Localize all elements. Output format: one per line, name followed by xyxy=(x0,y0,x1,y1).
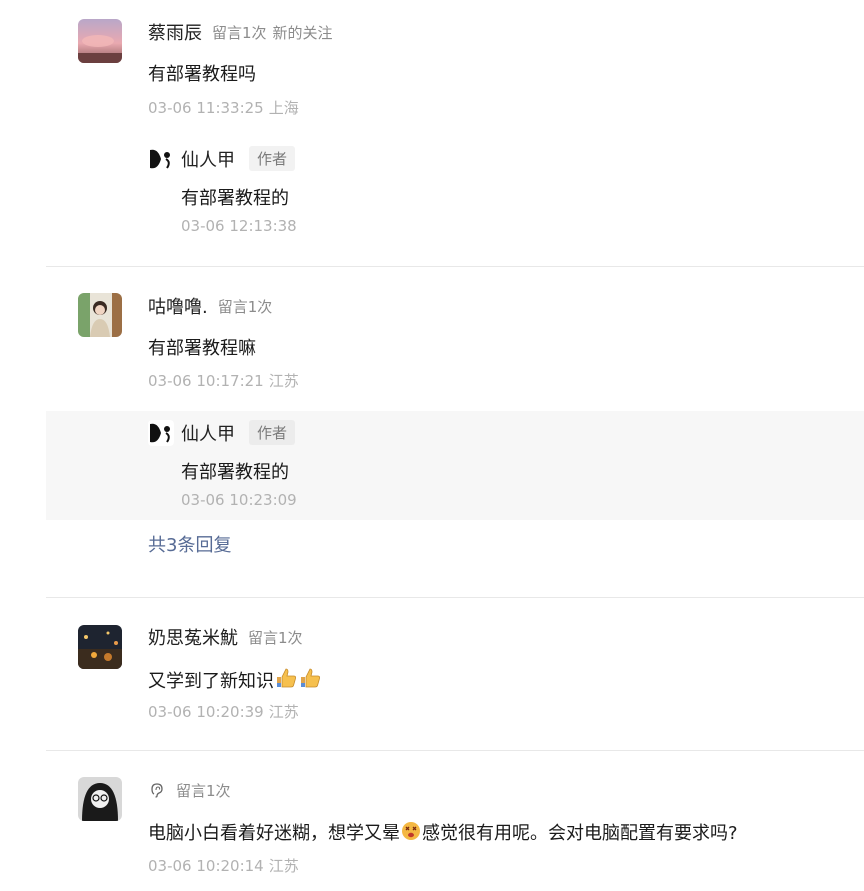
author-tag: 作者 xyxy=(249,146,296,171)
new-follower-badge: 新的关注 xyxy=(272,23,333,42)
comment-header: 咕噜噜. 留言1次 xyxy=(148,294,272,318)
location: 江苏 xyxy=(268,857,299,875)
comment-text: 又学到了新知识 xyxy=(148,666,322,695)
reply-time: 03-06 12:13:38 xyxy=(181,217,297,235)
avatar[interactable] xyxy=(78,625,122,669)
reply-time: 03-06 10:23:09 xyxy=(181,491,297,509)
comment-text: 有部署教程嘛 xyxy=(148,338,256,359)
comment-text-content: 又学到了新知识 xyxy=(148,671,274,692)
location: 上海 xyxy=(268,99,299,117)
comment-count-badge: 留言1次 xyxy=(248,628,303,647)
divider xyxy=(46,750,864,751)
view-more-replies-link[interactable]: 共3条回复 xyxy=(148,531,231,557)
thumbs-up-icon xyxy=(274,666,298,695)
comment-count-badge: 留言1次 xyxy=(176,781,231,800)
timestamp: 03-06 11:33:25 xyxy=(148,99,264,117)
nickname[interactable]: 咕噜噜. xyxy=(148,293,208,319)
thumbs-up-icon xyxy=(298,666,322,695)
comment-header: 奶思菟米魷 留言1次 xyxy=(148,625,303,649)
reply-author-name[interactable]: 仙人甲 xyxy=(181,146,235,172)
comment-text-after: 感觉很有用呢。会对电脑配置有要求吗? xyxy=(422,823,738,844)
nickname[interactable]: 蔡雨辰 xyxy=(148,19,202,45)
author-tag: 作者 xyxy=(249,420,296,445)
comment-time: 03-06 10:17:21 江苏 xyxy=(148,370,299,391)
location: 江苏 xyxy=(268,703,299,721)
comment-count-badge: 留言1次 xyxy=(212,23,267,42)
reply-avatar[interactable] xyxy=(148,146,174,172)
comment-time: 03-06 11:33:25 上海 xyxy=(148,97,299,118)
reply-text: 有部署教程的 xyxy=(181,188,289,209)
comment-header: 蔡雨辰 留言1次 新的关注 xyxy=(148,20,333,44)
avatar[interactable] xyxy=(78,777,122,821)
reply-text: 有部署教程的 xyxy=(181,462,289,483)
divider xyxy=(46,597,864,598)
comment-time: 03-06 10:20:39 江苏 xyxy=(148,701,299,722)
reply-avatar[interactable] xyxy=(148,420,174,446)
comment-text: 电脑小白看着好迷糊，想学又晕 感觉很有用呢。会对电脑配置有要求吗? xyxy=(148,819,738,847)
avatar[interactable] xyxy=(78,19,122,63)
comment-count-badge: 留言1次 xyxy=(217,297,273,316)
timestamp: 03-06 10:17:21 xyxy=(148,372,264,390)
comment-text: 有部署教程吗 xyxy=(148,64,256,85)
comment-text-before: 电脑小白看着好迷糊，想学又晕 xyxy=(148,823,400,844)
nickname[interactable]: 奶思菟米魷 xyxy=(148,624,238,650)
comments-page: 蔡雨辰 留言1次 新的关注 有部署教程吗 03-06 11:33:25 上海 仙人… xyxy=(0,0,864,891)
timestamp: 03-06 10:20:14 xyxy=(148,857,264,875)
ear-icon[interactable] xyxy=(148,781,166,799)
avatar[interactable] xyxy=(78,293,122,337)
comment-header: 留言1次 xyxy=(148,778,231,802)
divider xyxy=(46,266,864,267)
timestamp: 03-06 10:20:39 xyxy=(148,703,264,721)
comment-time: 03-06 10:20:14 江苏 xyxy=(148,855,299,876)
location: 江苏 xyxy=(268,372,299,390)
reply-author-name[interactable]: 仙人甲 xyxy=(181,420,235,446)
dizzy-face-icon xyxy=(400,820,422,847)
